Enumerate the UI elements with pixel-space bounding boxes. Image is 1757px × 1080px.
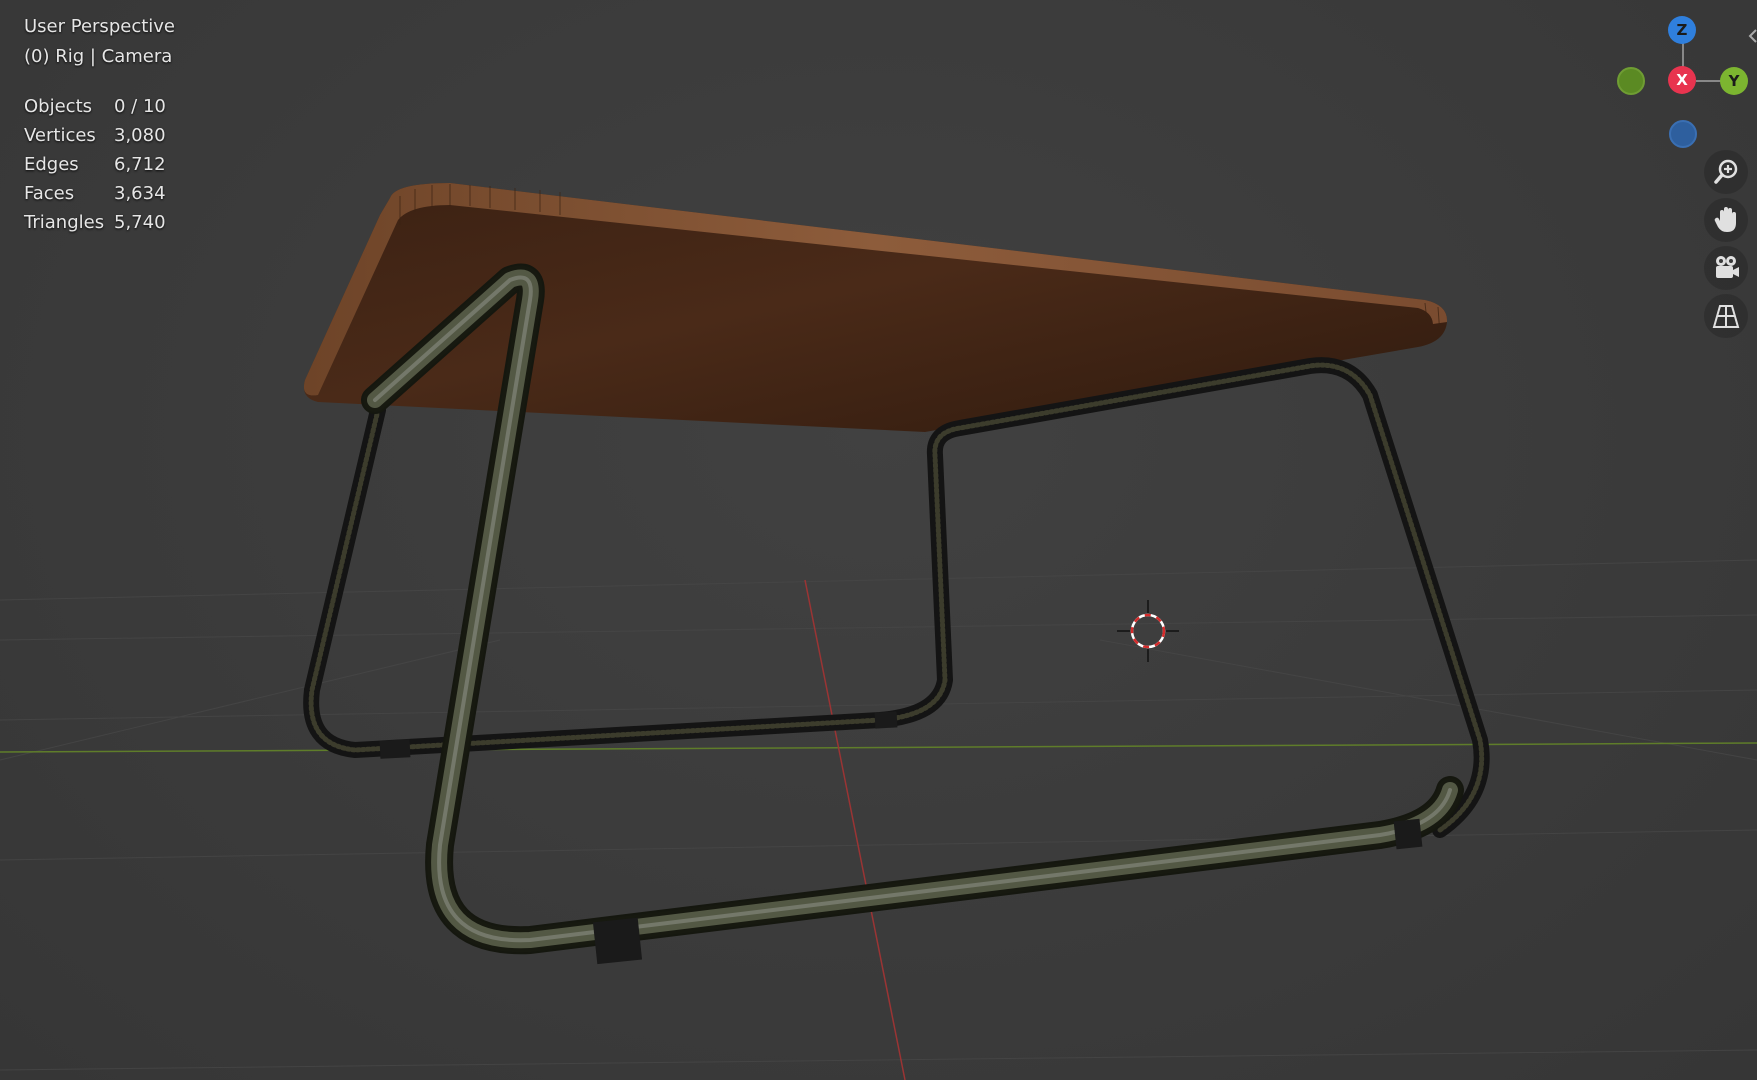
gizmo-z-axis[interactable]: Z: [1668, 16, 1696, 44]
gizmo-neg-z-axis[interactable]: [1669, 120, 1697, 148]
stat-row-triangles: Triangles 5,740: [24, 208, 194, 237]
stat-label: Vertices: [24, 125, 96, 146]
stat-value: 5,740: [114, 212, 166, 233]
stat-row-edges: Edges 6,712: [24, 150, 194, 179]
stat-label: Objects: [24, 96, 93, 117]
perspective-grid-icon: [1712, 305, 1740, 328]
sidebar-toggle-arrow-icon[interactable]: [1747, 28, 1757, 44]
stat-label: Faces: [24, 183, 75, 204]
view-name-label: User Perspective: [24, 16, 175, 37]
3d-viewport[interactable]: User Perspective (0) Rig | Camera Object…: [0, 0, 1757, 1080]
scene-canvas: [0, 183, 1757, 1080]
navigation-gizmo[interactable]: Z X Y: [1600, 8, 1757, 158]
active-object-label: (0) Rig | Camera: [24, 46, 173, 67]
zoom-in-icon: [1714, 159, 1738, 184]
gizmo-x-axis[interactable]: X: [1668, 66, 1696, 94]
stat-label: Edges: [24, 154, 79, 175]
stat-value: 6,712: [114, 154, 166, 175]
camera-view-button[interactable]: [1704, 246, 1748, 290]
scene-statistics: Objects 0 / 10 Vertices 3,080 Edges 6,71…: [24, 92, 194, 237]
perspective-toggle-button[interactable]: [1704, 294, 1748, 338]
pan-button[interactable]: [1704, 198, 1748, 242]
gizmo-neg-y-axis[interactable]: [1617, 67, 1645, 95]
stat-value: 0 / 10: [114, 96, 166, 117]
stat-row-objects: Objects 0 / 10: [24, 92, 194, 121]
gizmo-y-axis[interactable]: Y: [1720, 67, 1748, 95]
stat-label: Triangles: [24, 212, 105, 233]
y-axis-line: [0, 742, 1757, 753]
camera-view-icon: [1716, 256, 1739, 278]
hand-pan-icon: [1714, 207, 1736, 232]
stat-value: 3,634: [114, 183, 166, 204]
floor-grid: [0, 559, 1757, 1071]
stat-row-faces: Faces 3,634: [24, 179, 194, 208]
x-axis-line: [804, 579, 906, 1080]
zoom-button[interactable]: [1704, 150, 1748, 194]
stat-row-vertices: Vertices 3,080: [24, 121, 194, 150]
stat-value: 3,080: [114, 125, 166, 146]
